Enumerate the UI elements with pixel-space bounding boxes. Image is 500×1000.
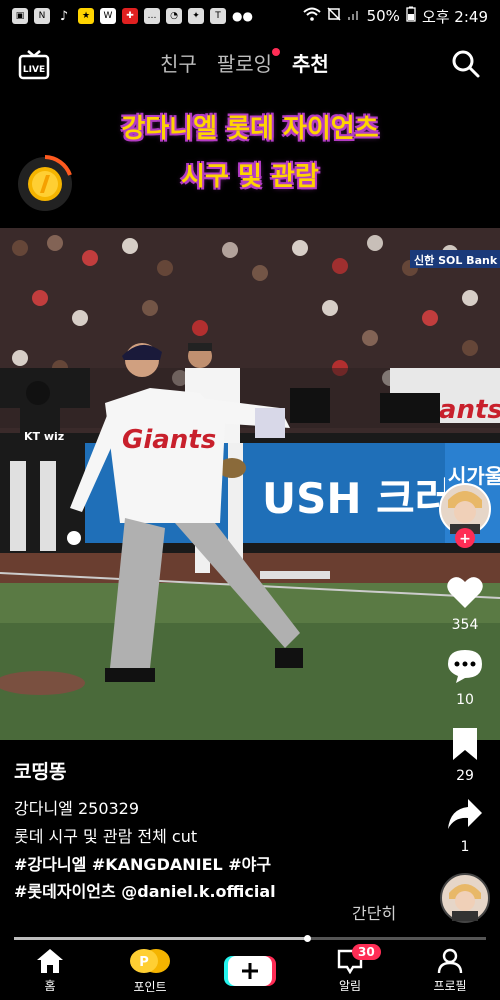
signal-icon [347,7,361,25]
create-button[interactable] [200,942,300,1000]
share-button[interactable]: 1 [430,797,500,855]
video-caption-line1: 강다니엘 롯데 자이언츠 [121,114,379,144]
home-icon [37,949,63,973]
svg-text:+: + [459,531,471,547]
n-icon: N [34,8,50,24]
post-hashtags-2[interactable]: #롯데자이언츠 @daniel.k.official [14,878,276,902]
chat-icon: … [144,8,160,24]
new-dot [272,48,281,56]
battery-level: 50% [366,7,400,25]
nav-profile[interactable]: 프로필 [400,942,500,1000]
creator-avatar[interactable]: + [430,482,500,552]
system-status: 50% 오후 2:49 [302,6,500,27]
post-line-2: 롯데 시구 및 관람 전체 cut [14,827,198,846]
wifi-icon [302,7,321,25]
more-dots-icon: ●● [232,9,253,23]
svg-text:LIVE: LIVE [23,65,45,75]
bookmark-icon [453,728,477,760]
tab-following-label: 팔로잉 [216,52,273,76]
nav-alerts-label: 알림 [338,979,362,993]
mute-icon [327,7,341,25]
nav-points-label: 포인트 [133,980,167,994]
share-arrow-icon [448,799,482,829]
top-nav: LIVE 친구 팔로잉 추천 [0,40,500,88]
notification-icons: ▣ N ♪ ★ W ✚ … ◔ ✦ T ●● [0,8,253,24]
nav-home[interactable]: 홈 [0,942,100,1000]
post-line-1: 강다니엘 250329 [14,799,140,818]
coin-reward-icon[interactable] [16,155,74,213]
nav-home-label: 홈 [44,979,56,993]
like-button[interactable]: 354 [430,575,500,633]
won-icon: W [100,8,116,24]
sponsor-banner: 신한 SOL Bank K [414,253,500,267]
video-frame: 신한 SOL Bank K iants USH 크러시 시가울 KT wiz G… [0,228,500,740]
save-count: 29 [456,768,474,784]
heart-icon [447,577,483,608]
post-author[interactable]: 코띵똥 [14,757,66,784]
status-bar: ▣ N ♪ ★ W ✚ … ◔ ✦ T ●● 50% 오후 2:49 [0,0,500,32]
nav-alerts[interactable]: 30 알림 [300,942,400,1000]
tab-friends[interactable]: 친구 [160,48,197,77]
alerts-badge: 30 [352,944,381,960]
toss-icon: ✚ [122,8,138,24]
video-caption-line2: 시구 및 관람 [181,162,319,192]
tab-following[interactable]: 팔로잉 [216,48,281,77]
nav-profile-label: 프로필 [433,979,467,993]
collapse-text-button[interactable]: 간단히 [352,900,396,924]
kakao-bank-icon: ★ [78,8,94,24]
svg-text:P: P [139,955,149,970]
clock: 오후 2:49 [421,7,488,26]
comment-count: 10 [456,692,474,708]
gallery-icon: ▣ [12,8,28,24]
comment-button[interactable]: 10 [430,648,500,708]
post-hashtags-1[interactable]: #강다니엘 #KANGDANIEL #야구 [14,851,271,875]
search-icon[interactable] [450,48,482,80]
sound-avatar[interactable] [430,873,500,927]
feed-tabs: 친구 팔로잉 추천 [160,48,329,77]
save-button[interactable]: 29 [430,728,500,784]
nav-points[interactable]: P 포인트 [100,942,200,1000]
kt-jersey: KT wiz [24,430,64,443]
star-icon: ✦ [188,8,204,24]
battery-icon [406,6,416,26]
tiktok-icon: ♪ [56,8,72,24]
profile-icon [437,948,463,974]
chat-icon: ◔ [166,8,182,24]
progress-fill [14,937,307,940]
share-count: 1 [460,839,470,855]
video-player[interactable]: 신한 SOL Bank K iants USH 크러시 시가울 KT wiz G… [0,228,500,740]
video-progress-bar[interactable] [14,935,486,942]
jersey-text: Giants [122,425,216,455]
comment-icon [448,650,482,683]
live-icon[interactable]: LIVE [18,50,50,80]
plus-icon [224,956,276,986]
giants-banner: iants [430,395,500,425]
like-count: 354 [451,617,479,633]
tab-recommended[interactable]: 추천 [292,48,329,77]
coin-icon: P [130,949,170,973]
progress-knob[interactable] [303,935,311,942]
talk-icon: T [210,8,226,24]
bottom-nav: 홈 P 포인트 30 알림 프로필 [0,942,500,1000]
